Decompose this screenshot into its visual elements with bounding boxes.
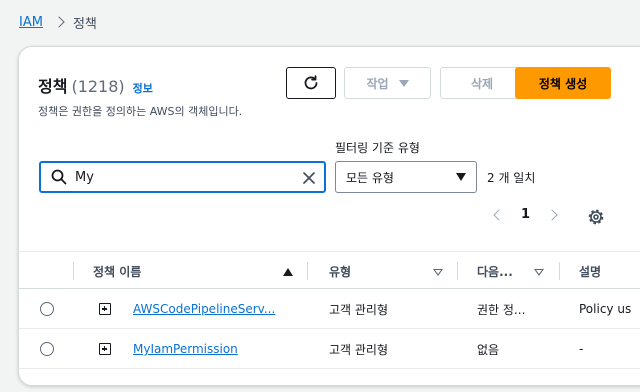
clear-icon[interactable] — [302, 170, 316, 184]
info-link[interactable]: 정보 — [133, 80, 153, 96]
policy-name-link[interactable]: MyIamPermission — [133, 342, 238, 356]
previous-page-icon[interactable] — [493, 208, 505, 221]
refresh-button[interactable] — [286, 67, 336, 99]
actions-label: 작업 — [366, 76, 389, 91]
gear-icon[interactable] — [587, 208, 605, 230]
filter-type-label: 필터링 기준 유형 — [335, 141, 420, 155]
actions-button[interactable]: 작업 — [344, 67, 431, 99]
column-header-label: 유형 — [329, 264, 352, 279]
page-number[interactable]: 1 — [521, 207, 530, 222]
column-header-description[interactable]: 설명 — [579, 252, 601, 290]
column-divider[interactable] — [307, 262, 308, 280]
create-policy-button[interactable]: 정책 생성 — [515, 67, 611, 99]
match-count: 2 개 일치 — [487, 171, 536, 185]
sort-ascending-icon[interactable] — [283, 268, 293, 276]
breadcrumb-iam-link[interactable]: IAM — [19, 15, 43, 30]
policy-type: 고객 관리형 — [329, 342, 389, 357]
breadcrumb: IAM 정책 — [19, 12, 97, 32]
delete-button[interactable]: 삭제 — [440, 67, 524, 99]
next-page-icon[interactable] — [546, 208, 558, 221]
column-header-label: 정책 이름 — [93, 264, 142, 279]
sort-icon[interactable] — [534, 269, 544, 276]
column-header-type[interactable]: 유형 — [329, 252, 351, 290]
refresh-icon — [304, 75, 318, 90]
column-divider — [73, 262, 74, 280]
table-row[interactable]: MyIamPermission 고객 관리형 없음 - — [19, 329, 640, 369]
column-header-label: 설명 — [579, 264, 602, 279]
expand-icon[interactable] — [99, 343, 111, 355]
row-select-radio[interactable] — [40, 302, 54, 316]
type-filter-select[interactable]: 모든 유형 — [335, 161, 477, 193]
page-title: 정책 — [38, 77, 68, 96]
search-input[interactable] — [75, 169, 295, 185]
column-divider[interactable] — [457, 262, 458, 280]
sort-icon[interactable] — [433, 269, 443, 276]
type-filter-value: 모든 유형 — [346, 170, 394, 185]
policy-next: 없음 — [477, 342, 500, 357]
chevron-right-icon — [53, 16, 65, 28]
search-box[interactable] — [39, 161, 326, 193]
breadcrumb-current: 정책 — [72, 16, 97, 32]
policy-count: (1218) — [71, 77, 125, 96]
caret-down-icon — [456, 173, 466, 181]
policy-name-link[interactable]: AWSCodePipelineServ... — [133, 302, 275, 316]
column-header-policy-name[interactable]: 정책 이름 — [93, 252, 141, 290]
policy-description: Policy us — [579, 302, 632, 316]
policy-type: 고객 관리형 — [329, 302, 389, 317]
page-description: 정책은 권한을 정의하는 AWS의 객체입니다. — [38, 105, 243, 118]
panel-header: 정책 (1218) 정보 — [38, 73, 153, 97]
table-header: 정책 이름 유형 다음... 설명 — [19, 251, 640, 289]
column-header-next[interactable]: 다음... — [477, 252, 513, 290]
table-row[interactable]: AWSCodePipelineServ... 고객 관리형 권한 정... Po… — [19, 289, 640, 329]
column-divider[interactable] — [559, 262, 560, 280]
pagination: 1 — [493, 207, 558, 222]
policy-description: - — [579, 342, 584, 356]
expand-icon[interactable] — [99, 303, 111, 315]
column-header-label: 다음... — [477, 264, 513, 279]
policy-next: 권한 정... — [477, 302, 526, 317]
caret-down-icon — [398, 79, 409, 87]
policies-panel: 정책 (1218) 정보 정책은 권한을 정의하는 AWS의 객체입니다. 작업… — [18, 46, 640, 386]
row-select-radio[interactable] — [40, 342, 54, 356]
search-icon — [51, 169, 67, 185]
